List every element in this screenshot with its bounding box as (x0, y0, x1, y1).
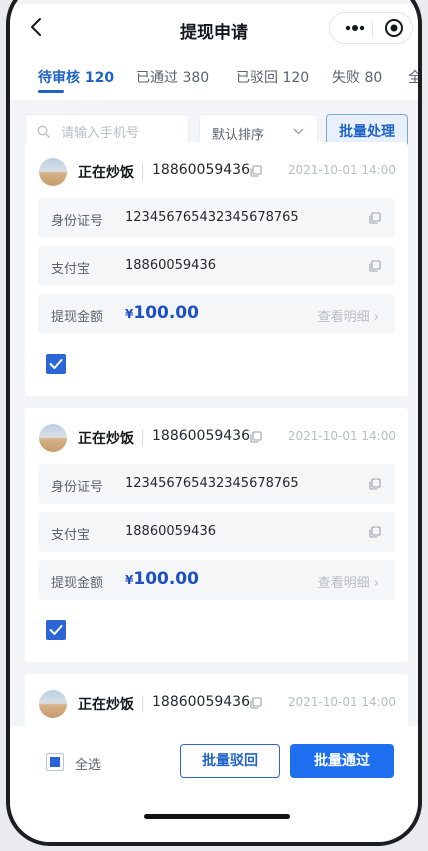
avatar (39, 690, 67, 718)
alipay-value: 18860059436 (125, 258, 216, 273)
copy-icon[interactable] (369, 260, 381, 272)
amount-row: 提现金额 ¥100.00 查看明细 › (38, 294, 395, 334)
tab-approved[interactable]: 已通过 380 (136, 67, 209, 87)
search-icon (37, 125, 50, 138)
tab-failed[interactable]: 失败 80 (332, 67, 382, 87)
user-name: 正在炒饭 (78, 431, 134, 447)
mini-program-capsule (329, 12, 413, 44)
active-tab-indicator (38, 90, 64, 93)
copy-icon[interactable] (369, 212, 381, 224)
id-number-row: 身份证号 12345676543234567876​5 (38, 198, 395, 238)
select-all-label: 全选 (75, 758, 102, 773)
divider (142, 430, 143, 446)
amount-number: 100.00 (133, 303, 199, 323)
sort-label: 默认排序 (212, 128, 265, 143)
tab-rejected[interactable]: 已驳回 120 (236, 67, 309, 87)
more-dots-icon[interactable] (342, 20, 368, 36)
amount-value: ¥100.00 (125, 569, 199, 589)
copy-icon[interactable] (250, 697, 262, 709)
checkmark-icon (49, 625, 63, 635)
partial-check-mark (50, 757, 60, 767)
card-checkbox[interactable] (46, 620, 66, 640)
checkmark-icon (49, 359, 63, 369)
capsule-divider (372, 20, 373, 37)
copy-icon[interactable] (369, 526, 381, 538)
avatar (39, 158, 67, 186)
apply-datetime: 2021-10-01 14:00 (287, 429, 396, 443)
withdrawal-card: 正在炒饭 18860059436 2021-10-01 14:00 (25, 674, 408, 734)
screen: 提现申请 待审核 120 已通过 380 已驳回 120 失败 80 全 (10, 4, 418, 842)
amount-row: 提现金额 ¥100.00 查看明细 › (38, 560, 395, 600)
divider (142, 164, 143, 180)
status-tabs: 待审核 120 已通过 380 已驳回 120 失败 80 全 (10, 52, 418, 100)
amount-number: 100.00 (133, 569, 199, 589)
user-name: 正在炒饭 (78, 165, 134, 181)
view-detail-link[interactable]: 查看明细 › (318, 572, 379, 591)
amount-value: ¥100.00 (125, 303, 199, 323)
id-number-value: 12345676543234567876​5 (125, 210, 299, 225)
withdrawal-card: 正在炒饭 18860059436 2021-10-01 14:00 身份证号 1… (25, 408, 408, 662)
alipay-row: 支付宝 18860059436 (38, 246, 395, 286)
user-phone: 18860059436 (152, 428, 250, 444)
alipay-label: 支付宝 (51, 262, 91, 277)
id-number-label: 身份证号 (51, 480, 104, 495)
view-detail-link[interactable]: 查看明细 › (318, 306, 379, 325)
id-number-row: 身份证号 123456765432345678765 (38, 464, 395, 504)
avatar (39, 424, 67, 452)
tab-all[interactable]: 全 (408, 67, 418, 87)
nav-bar: 提现申请 (10, 4, 418, 52)
card-checkbox[interactable] (46, 354, 66, 374)
tab-pending[interactable]: 待审核 120 (38, 67, 114, 87)
copy-icon[interactable] (250, 431, 262, 443)
apply-datetime: 2021-10-01 14:00 (287, 695, 396, 709)
phone-frame: 提现申请 待审核 120 已通过 380 已驳回 120 失败 80 全 (0, 0, 428, 851)
amount-label: 提现金额 (51, 310, 104, 325)
user-name: 正在炒饭 (78, 697, 134, 713)
copy-icon[interactable] (369, 478, 381, 490)
select-all-checkbox[interactable] (46, 753, 64, 771)
batch-approve-button[interactable]: 批量通过 (290, 744, 394, 778)
alipay-label: 支付宝 (51, 528, 91, 543)
bottom-action-bar: 全选 批量驳回 批量通过 (10, 726, 418, 842)
chevron-down-icon (293, 128, 304, 135)
apply-datetime: 2021-10-01 14:00 (287, 163, 396, 177)
alipay-row: 支付宝 18860059436 (38, 512, 395, 552)
withdrawal-card: 正在炒饭 18860059436 2021-10-01 14:00 身份证号 1… (25, 142, 408, 396)
divider (142, 696, 143, 712)
user-phone: 18860059436 (152, 162, 250, 178)
amount-label: 提现金额 (51, 576, 104, 591)
close-target-icon[interactable] (384, 18, 404, 38)
copy-icon[interactable] (250, 165, 262, 177)
home-indicator (144, 814, 290, 819)
batch-reject-button[interactable]: 批量驳回 (180, 744, 280, 778)
alipay-value: 18860059436 (125, 524, 216, 539)
user-phone: 18860059436 (152, 694, 250, 710)
id-number-value: 123456765432345678765 (125, 476, 299, 491)
id-number-label: 身份证号 (51, 214, 104, 229)
